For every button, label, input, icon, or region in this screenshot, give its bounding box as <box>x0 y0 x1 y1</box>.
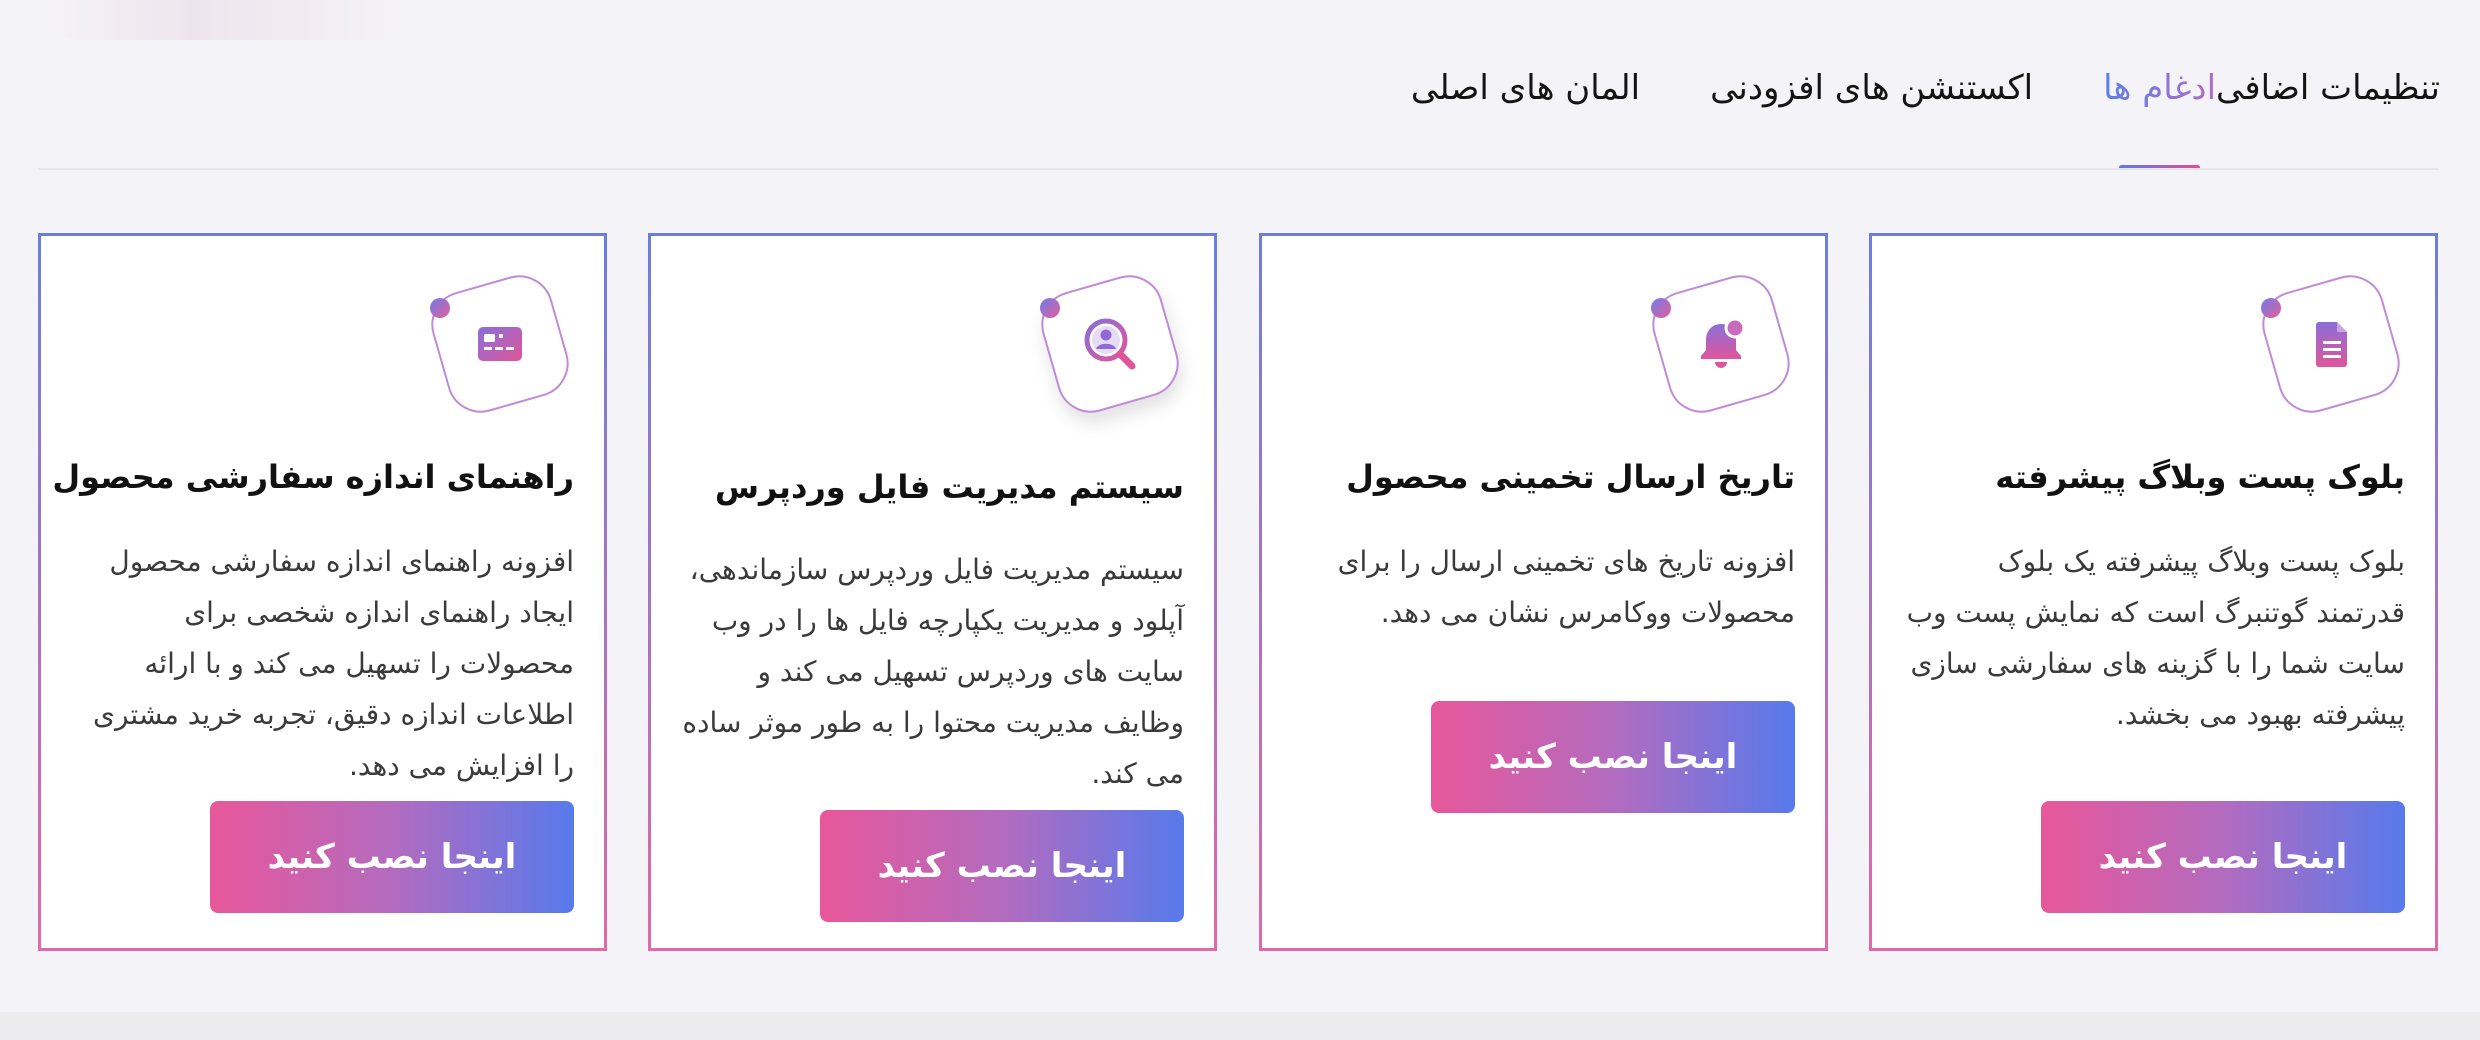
card-estimated-delivery-date: تاریخ ارسال تخمینی محصول افزونه تاریخ ها… <box>1259 233 1828 951</box>
install-button[interactable]: اینجا نصب کنید <box>210 801 574 913</box>
tab-integrations[interactable]: ادغام ها <box>2103 58 2216 170</box>
card-description: افزونه تاریخ های تخمینی ارسال را برای مح… <box>1337 545 1795 629</box>
tab-bar: المان های اصلی اکستنشن های افزودنی ادغام… <box>1341 58 2440 170</box>
card-wordpress-file-manager: سیستم مدیریت فایل وردپرس سیستم مدیریت فا… <box>648 233 1217 951</box>
card-icon-badge <box>423 267 577 421</box>
install-button[interactable]: اینجا نصب کنید <box>2041 801 2405 913</box>
card-description: بلوک پست وبلاگ پیشرفته یک بلوک قدرتمند گ… <box>1906 545 2405 731</box>
document-icon <box>2316 322 2347 367</box>
card-description: افزونه راهنمای اندازه سفارشی محصول ایجاد… <box>93 545 574 782</box>
card-icon-badge <box>2254 267 2408 421</box>
card-advanced-blog-post-block: بلوک پست وبلاگ پیشرفته بلوک پست وبلاگ پی… <box>1869 233 2438 951</box>
card-title: تاریخ ارسال تخمینی محصول <box>1346 458 1795 496</box>
tab-extra-settings[interactable]: تنظیمات اضافی <box>2216 58 2440 118</box>
card-custom-size-guide: راهنمای اندازه سفارشی محصول افزونه راهنم… <box>38 233 607 951</box>
tab-main-elements[interactable]: المان های اصلی <box>1411 58 1640 118</box>
tab-divider <box>38 168 2438 170</box>
footer-strip <box>0 1012 2480 1040</box>
card-title: بلوک پست وبلاگ پیشرفته <box>1995 458 2405 496</box>
card-icon-badge <box>1033 267 1187 421</box>
size-card-icon <box>478 327 522 361</box>
card-icon-badge <box>1644 267 1798 421</box>
user-search-icon <box>1084 318 1136 370</box>
card-title: سیستم مدیریت فایل وردپرس <box>714 468 1184 506</box>
tab-extensions[interactable]: اکستنشن های افزودنی <box>1710 58 2033 118</box>
card-description: سیستم مدیریت فایل وردپرس سازماندهی، آپلو… <box>682 553 1184 790</box>
install-button[interactable]: اینجا نصب کنید <box>1431 701 1795 813</box>
card-title: راهنمای اندازه سفارشی محصول <box>52 458 574 496</box>
install-button[interactable]: اینجا نصب کنید <box>820 810 1184 922</box>
top-fade-decoration <box>40 0 420 40</box>
notification-bell-icon <box>1701 317 1746 368</box>
